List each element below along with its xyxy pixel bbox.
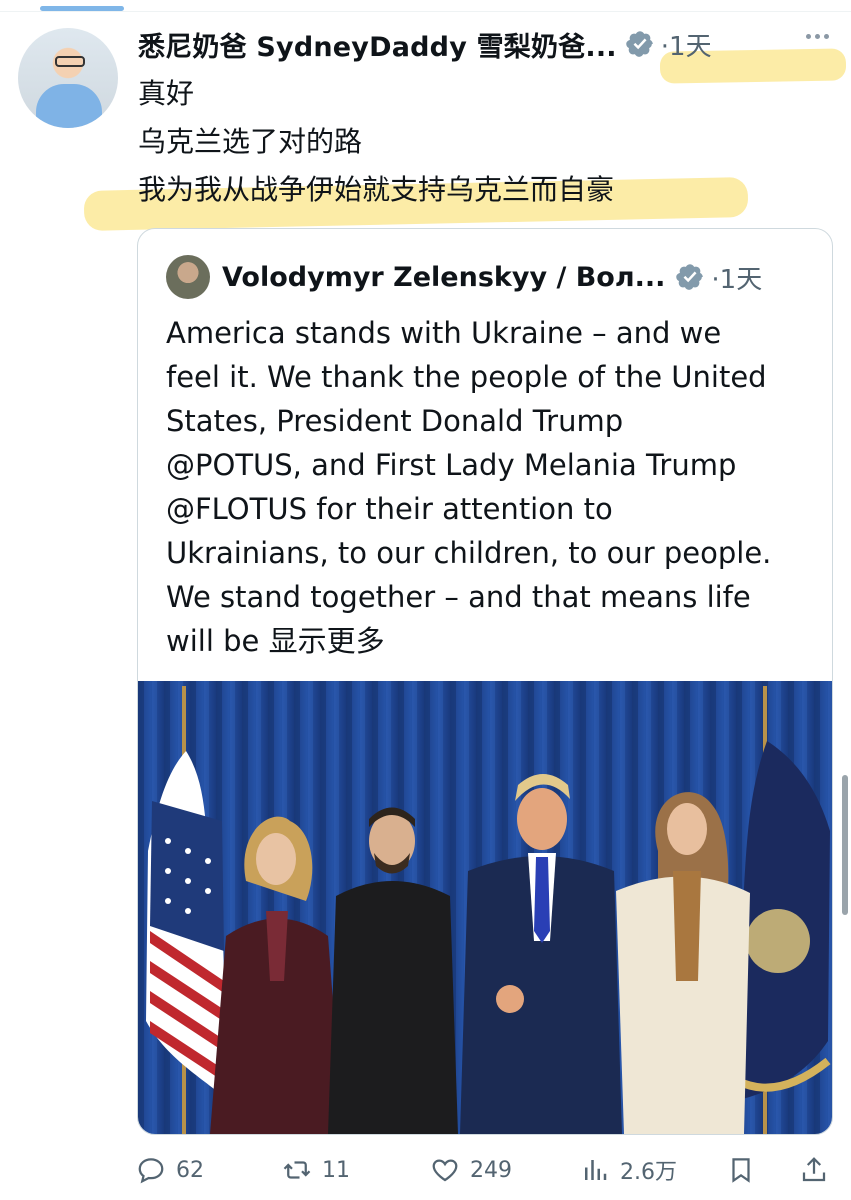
views-count: 2.6万 xyxy=(620,1160,677,1185)
quoted-line: @POTUS, and First Lady Melania Trump xyxy=(166,448,737,482)
post-photo[interactable] xyxy=(138,681,832,1134)
display-name[interactable]: 悉尼奶爸 SydneyDaddy 雪梨奶爸... xyxy=(138,25,617,64)
photo-illustration xyxy=(138,681,832,1134)
quoted-line: We stand together – and that means life xyxy=(166,580,751,614)
share-button[interactable] xyxy=(799,1148,829,1192)
repost-count: 11 xyxy=(322,1157,350,1183)
quoted-line: America stands with Ukraine – and we xyxy=(166,316,722,350)
repost-button[interactable]: 11 xyxy=(282,1148,350,1192)
like-count: 249 xyxy=(470,1157,512,1183)
quoted-line-prefix: will be xyxy=(166,624,269,658)
top-divider xyxy=(0,11,851,12)
quoted-line: feel it. We thank the people of the Unit… xyxy=(166,360,767,394)
views-button[interactable]: 2.6万 xyxy=(580,1148,677,1192)
quoted-post-text: America stands with Ukraine – and we fee… xyxy=(166,311,816,663)
quoted-display-name[interactable]: Volodymyr Zelenskyy / Вол... xyxy=(222,262,665,293)
avatar-glasses xyxy=(55,56,85,67)
post-time[interactable]: ·1天 xyxy=(661,26,712,63)
bookmark-button[interactable] xyxy=(726,1148,756,1192)
avatar-shirt xyxy=(36,84,102,128)
reply-count: 62 xyxy=(176,1157,204,1183)
action-bar: 62 11 249 2.6万 xyxy=(0,1148,851,1192)
quoted-post-time[interactable]: ·1天 xyxy=(711,259,762,296)
repost-icon xyxy=(283,1161,311,1179)
quoted-last-line: will be 显示更多 xyxy=(166,619,816,663)
post-header: 悉尼奶爸 SydneyDaddy 雪梨奶爸... ·1天 xyxy=(138,24,712,64)
more-dots-icon[interactable] xyxy=(806,34,829,39)
quoted-line: States, President Donald Trump xyxy=(166,404,624,438)
post-line: 我为我从战争伊始就支持乌克兰而自豪 xyxy=(138,173,615,206)
show-more-link[interactable]: 显示更多 xyxy=(269,624,385,658)
avatar[interactable] xyxy=(18,28,118,128)
quoted-line: Ukrainians, to our children, to our peop… xyxy=(166,536,772,570)
post-line: 乌克兰选了对的路 xyxy=(138,125,363,158)
like-button[interactable]: 249 xyxy=(430,1148,512,1192)
post-text: 真好 乌克兰选了对的路 我为我从战争伊始就支持乌克兰而自豪 xyxy=(138,70,614,214)
bookmark-icon xyxy=(732,1158,750,1183)
heart-icon xyxy=(432,1159,458,1182)
views-chart-icon xyxy=(585,1160,607,1180)
verified-badge-icon xyxy=(626,31,653,57)
quoted-post-header: Volodymyr Zelenskyy / Вол... ·1天 xyxy=(166,253,762,301)
reply-button[interactable]: 62 xyxy=(136,1148,204,1192)
quoted-post-card[interactable]: Volodymyr Zelenskyy / Вол... ·1天 America… xyxy=(137,228,833,1135)
reply-icon xyxy=(138,1158,164,1184)
quoted-line: @FLOTUS for their attention to xyxy=(166,492,613,526)
scrollbar[interactable] xyxy=(842,775,848,915)
verified-badge-icon xyxy=(676,264,704,290)
share-icon xyxy=(802,1157,826,1182)
quoted-avatar[interactable] xyxy=(166,255,210,299)
post-line: 真好 xyxy=(138,77,195,110)
